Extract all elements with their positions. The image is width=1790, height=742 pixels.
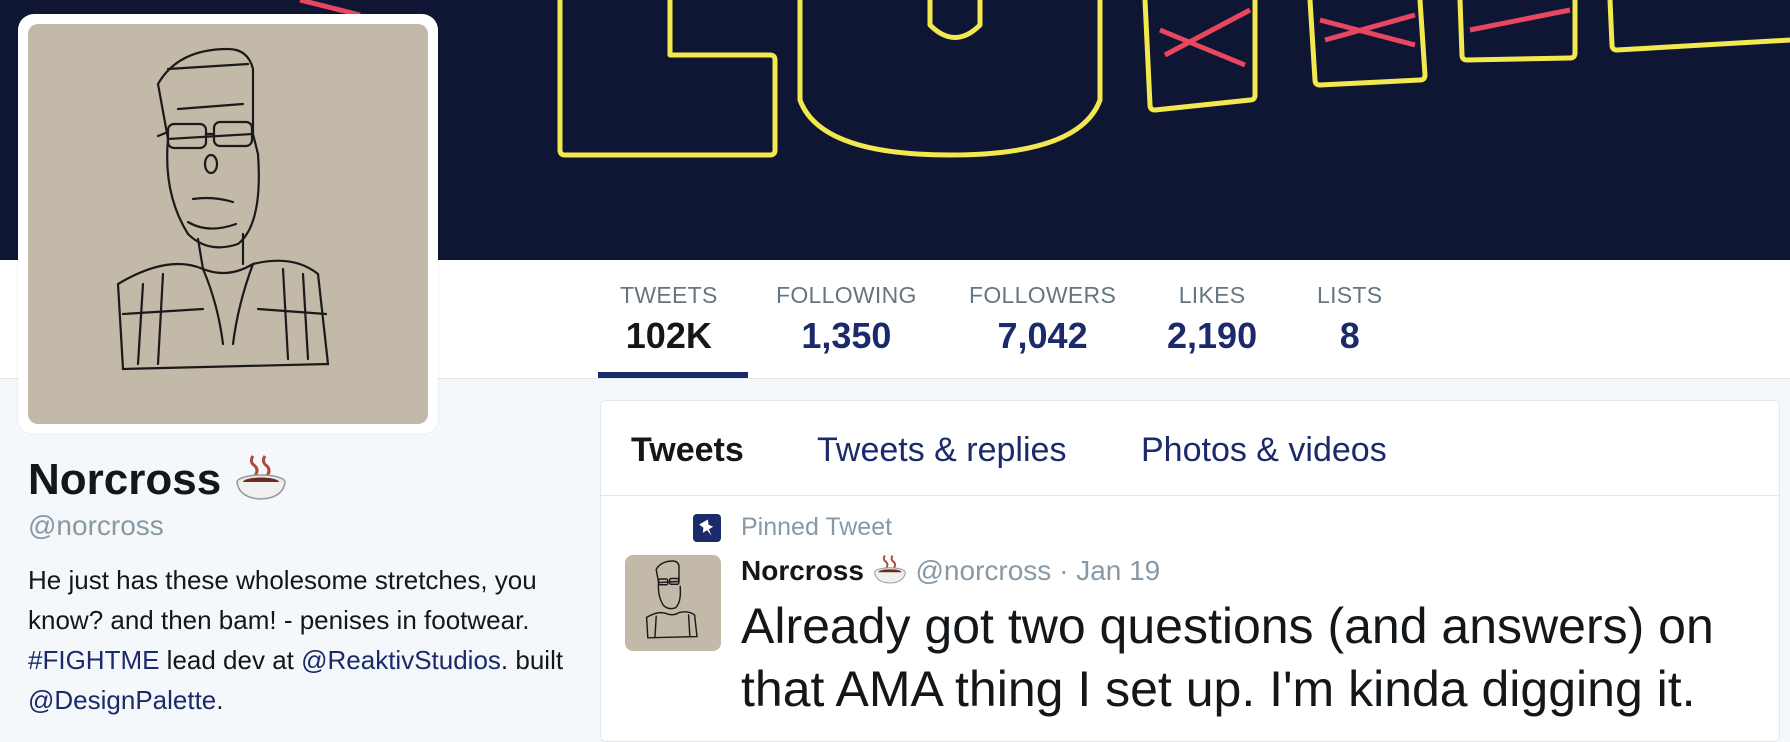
mention-link[interactable]: @ReaktivStudios bbox=[301, 645, 501, 675]
profile-avatar[interactable] bbox=[18, 14, 438, 434]
pin-icon bbox=[693, 514, 721, 543]
hot-beverage-icon bbox=[233, 452, 289, 513]
profile-handle[interactable]: @norcross bbox=[28, 510, 164, 542]
stat-label: TWEETS bbox=[620, 282, 718, 308]
avatar-sketch bbox=[28, 24, 428, 424]
pinned-label: Pinned Tweet bbox=[693, 513, 893, 543]
stat-value: 1,350 bbox=[801, 315, 892, 356]
tweet-separator: · bbox=[1059, 554, 1069, 586]
timeline: Tweets Tweets & replies Photos & videos … bbox=[600, 400, 1780, 742]
tab-photos-videos[interactable]: Photos & videos bbox=[1141, 431, 1387, 470]
profile-name-text: Norcross bbox=[28, 455, 222, 505]
profile-name[interactable]: Norcross bbox=[28, 452, 289, 513]
timeline-tabs: Tweets Tweets & replies Photos & videos bbox=[601, 401, 1779, 496]
bio-text: lead dev at bbox=[159, 645, 302, 675]
tweet-text: Already got two questions (and answers) … bbox=[741, 598, 1714, 717]
mention-link[interactable]: @DesignPalette bbox=[28, 685, 216, 715]
tweet-avatar[interactable] bbox=[625, 555, 721, 651]
stat-label: LISTS bbox=[1317, 282, 1383, 308]
stat-value: 2,190 bbox=[1167, 315, 1258, 356]
stat-label: FOLLOWING bbox=[776, 282, 917, 308]
stat-value: 102K bbox=[625, 315, 712, 356]
stat-label: FOLLOWERS bbox=[969, 282, 1117, 308]
tab-tweets-replies[interactable]: Tweets & replies bbox=[817, 431, 1066, 470]
bio-text: . bbox=[216, 685, 224, 715]
stat-value: 7,042 bbox=[997, 315, 1088, 356]
stat-followers[interactable]: FOLLOWERS 7,042 bbox=[969, 282, 1116, 357]
stat-value: 8 bbox=[1339, 315, 1360, 356]
stat-tweets[interactable]: TWEETS 102K bbox=[620, 282, 718, 357]
tweet-author[interactable]: Norcross bbox=[741, 555, 864, 586]
stat-following[interactable]: FOLLOWING 1,350 bbox=[776, 282, 917, 357]
tab-tweets[interactable]: Tweets bbox=[631, 431, 744, 470]
stat-likes[interactable]: LIKES 2,190 bbox=[1167, 282, 1257, 357]
bio-text: He just has these wholesome stretches, y… bbox=[28, 565, 537, 635]
tweet-date[interactable]: Jan 19 bbox=[1076, 555, 1160, 586]
tweet-header: Norcross @norcross · Jan 19 bbox=[741, 553, 1160, 592]
profile-bio: He just has these wholesome stretches, y… bbox=[28, 560, 568, 720]
pinned-label-text: Pinned Tweet bbox=[741, 513, 893, 541]
active-stat-indicator bbox=[598, 372, 748, 378]
tweet-handle[interactable]: @norcross bbox=[916, 555, 1052, 586]
hashtag-link[interactable]: #FIGHTME bbox=[28, 645, 159, 675]
hot-beverage-icon bbox=[872, 553, 908, 592]
stat-label: LIKES bbox=[1178, 282, 1246, 308]
bio-text: . built bbox=[500, 645, 564, 675]
stat-lists[interactable]: LISTS 8 bbox=[1317, 282, 1382, 357]
